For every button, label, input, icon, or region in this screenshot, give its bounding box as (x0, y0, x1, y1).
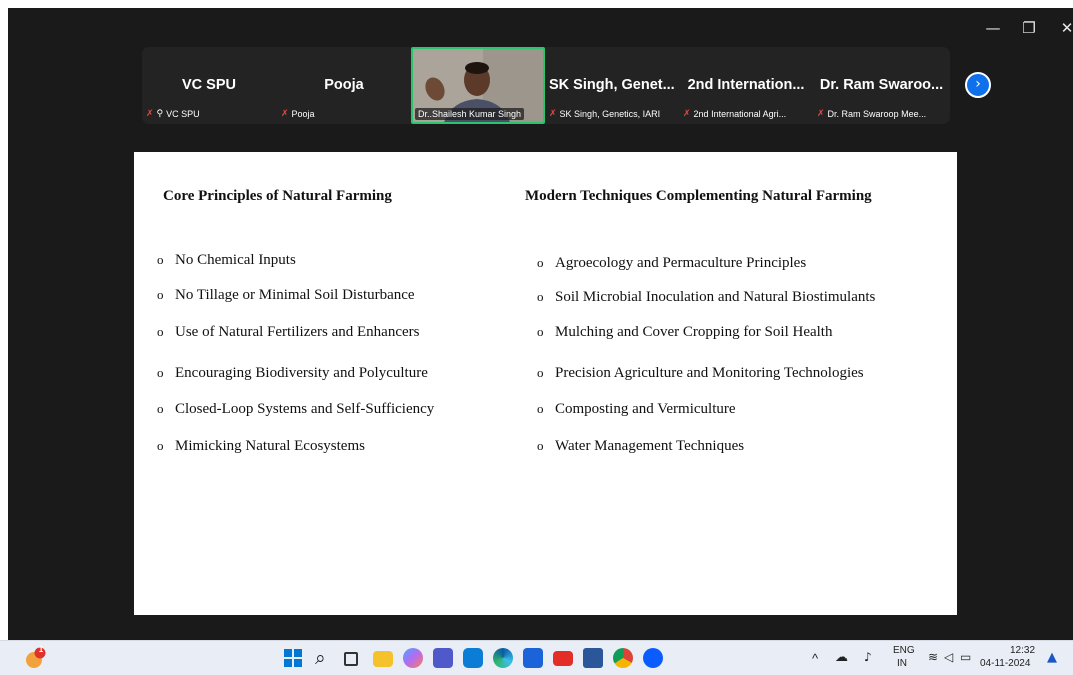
shared-screen-slide: Core Principles of Natural Farming Moder… (134, 152, 957, 615)
file-explorer-icon[interactable] (373, 651, 393, 667)
participant-label-text: Dr..Shailesh Kumar Singh (415, 108, 525, 120)
participant-label-text: SK Singh, Genetics, IARI (559, 109, 661, 119)
list-item: o Composting and Vermiculture (537, 401, 736, 417)
close-icon[interactable]: ✕ (1052, 16, 1073, 40)
list-item: o Soil Microbial Inoculation and Natural … (537, 289, 876, 305)
participant-name: Dr. Ram Swaroo... (819, 77, 944, 93)
zoom-meeting-window: — ❐ ✕ VC SPU ✗ ⚲ VC SPU Pooja ✗ Pooja Dr… (8, 8, 1073, 640)
list-item: o Mulching and Cover Cropping for Soil He… (537, 324, 833, 340)
participant-label-text: Dr. Ram Swaroop Mee... (827, 109, 927, 119)
list-item: o No Chemical Inputs (157, 252, 296, 268)
list-item: o Precision Agriculture and Monitoring Te… (537, 365, 864, 381)
participant-name: Pooja (324, 77, 364, 93)
list-item: o Use of Natural Fertilizers and Enhancer… (157, 324, 420, 340)
participant-label: ✗ Dr. Ram Swaroop Mee... (817, 107, 926, 121)
participant-label: ✗ Pooja (281, 107, 315, 121)
search-icon[interactable]: ⌕ (315, 648, 335, 668)
pin-icon: ⚲ (156, 109, 164, 119)
copilot-icon[interactable] (403, 648, 423, 668)
notification-bell-icon[interactable]: ▲ (1047, 650, 1057, 665)
youtube-icon[interactable] (553, 651, 573, 666)
restore-icon[interactable]: ❐ (1014, 16, 1044, 40)
next-gallery-page-button[interactable]: › (965, 72, 991, 98)
mic-muted-icon: ✗ (817, 109, 825, 119)
participant-label: ✗ SK Singh, Genetics, IARI (549, 107, 660, 121)
wifi-icon[interactable]: ≋ (928, 650, 938, 664)
minimize-icon[interactable]: — (978, 16, 1008, 40)
dell-icon[interactable] (463, 648, 483, 668)
word-icon[interactable] (583, 648, 603, 668)
participant-name: 2nd Internation... (687, 77, 805, 93)
microphone-icon[interactable]: ♪ (864, 650, 872, 664)
participant-tile[interactable]: SK Singh, Genet... ✗ SK Singh, Genetics,… (545, 47, 679, 124)
weather-widget-icon[interactable]: 1 (24, 645, 46, 669)
list-item: o No Tillage or Minimal Soil Disturbance (157, 287, 415, 303)
windows-taskbar: 1 ⌕ ^ ☁ ♪ ENG IN ≋ ◁ ▭ 12:32 04-11-2024 … (0, 640, 1073, 675)
right-column-heading: Modern Techniques Complementing Natural … (525, 188, 872, 204)
battery-icon[interactable]: ▭ (960, 650, 971, 664)
participant-label: ✗ ⚲ VC SPU (146, 107, 200, 121)
list-item: o Encouraging Biodiversity and Polycultur… (157, 365, 428, 381)
chevron-right-icon: › (975, 76, 981, 92)
tray-chevron-icon[interactable]: ^ (812, 651, 818, 666)
zoom-app-icon[interactable] (643, 648, 663, 668)
participant-name: VC SPU (182, 77, 236, 93)
language-indicator-top[interactable]: ENG (893, 645, 915, 656)
language-indicator-bottom[interactable]: IN (897, 658, 907, 669)
participant-tile[interactable]: Dr. Ram Swaroo... ✗ Dr. Ram Swaroop Mee.… (813, 47, 950, 124)
participant-tile[interactable]: 2nd Internation... ✗ 2nd International A… (679, 47, 813, 124)
participant-name: SK Singh, Genet... (549, 77, 675, 93)
left-column-heading: Core Principles of Natural Farming (163, 188, 392, 204)
chrome-icon[interactable] (613, 648, 633, 668)
onedrive-icon[interactable]: ☁ (835, 650, 848, 665)
participant-tile[interactable]: Pooja ✗ Pooja (277, 47, 411, 124)
clock-date[interactable]: 04-11-2024 (980, 658, 1030, 669)
mic-muted-icon: ✗ (683, 109, 691, 119)
participant-gallery-strip: VC SPU ✗ ⚲ VC SPU Pooja ✗ Pooja Dr..Shai… (142, 47, 950, 124)
list-item: o Water Management Techniques (537, 438, 745, 454)
list-item: o Agroecology and Permaculture Principles (537, 255, 807, 271)
microsoft-store-icon[interactable] (523, 648, 543, 668)
teams-icon[interactable] (433, 648, 453, 668)
mic-muted-icon: ✗ (146, 109, 154, 119)
active-speaker-tile[interactable]: Dr..Shailesh Kumar Singh (411, 47, 545, 124)
list-item: o Mimicking Natural Ecosystems (157, 438, 365, 454)
volume-icon[interactable]: ◁ (944, 650, 953, 664)
clock-time[interactable]: 12:32 (1010, 645, 1035, 656)
participant-label-text: VC SPU (166, 109, 200, 119)
participant-label-text: Pooja (291, 109, 315, 119)
participant-tile[interactable]: VC SPU ✗ ⚲ VC SPU (142, 47, 276, 124)
windows-start-icon[interactable] (283, 648, 303, 668)
edge-browser-icon[interactable] (493, 648, 513, 668)
mic-muted-icon: ✗ (281, 109, 289, 119)
participant-label: ✗ 2nd International Agri... (683, 107, 786, 121)
notification-count-badge: 1 (38, 645, 44, 654)
task-view-icon[interactable] (344, 652, 358, 666)
mic-muted-icon: ✗ (549, 109, 557, 119)
list-item: o Closed-Loop Systems and Self-Sufficienc… (157, 401, 435, 417)
participant-label-text: 2nd International Agri... (693, 109, 787, 119)
